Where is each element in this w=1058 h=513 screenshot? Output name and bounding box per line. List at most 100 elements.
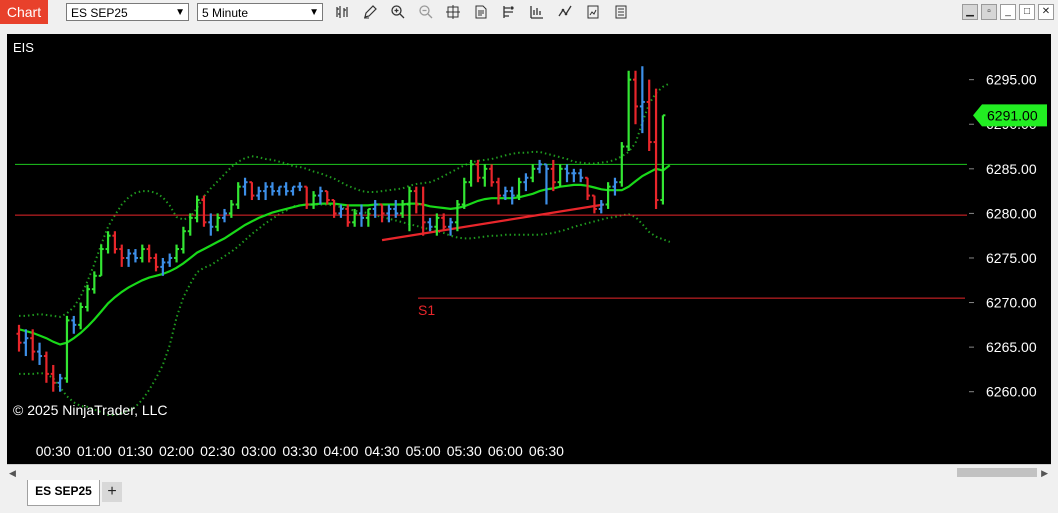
ohlc-bar xyxy=(653,88,659,209)
ohlc-bar xyxy=(413,186,419,214)
ohlc-bar xyxy=(276,185,282,196)
price-tick-label: 6265.00 xyxy=(986,339,1037,355)
maximize-icon[interactable]: □ xyxy=(1019,4,1035,20)
restore-icon[interactable]: ▫ xyxy=(981,4,997,20)
ohlc-bar xyxy=(564,164,570,183)
minimize-window-button[interactable]: _ xyxy=(1000,4,1016,20)
interval-selector-value: 5 Minute xyxy=(202,6,249,20)
time-tick-label: 04:00 xyxy=(323,443,358,459)
ohlc-bar xyxy=(242,177,248,196)
last-price-label: 6291.00 xyxy=(987,107,1038,123)
ohlc-bar xyxy=(139,244,145,263)
instrument-selector[interactable]: ES SEP25 ▼ xyxy=(66,3,189,21)
ohlc-bar xyxy=(146,244,152,263)
ohlc-bar xyxy=(365,207,371,227)
tab-bar: ES SEP25 + xyxy=(0,480,1058,513)
interval-selector[interactable]: 5 Minute ▼ xyxy=(197,3,323,21)
ohlc-bar xyxy=(167,253,173,267)
ohlc-bar xyxy=(43,351,49,383)
time-tick-label: 01:30 xyxy=(118,443,153,459)
ohlc-bar xyxy=(598,200,604,214)
ohlc-bar xyxy=(194,195,200,223)
ohlc-bar xyxy=(215,213,221,232)
ohlc-bar xyxy=(496,177,501,205)
scroll-right-icon[interactable]: ▶ xyxy=(1041,468,1048,479)
zoom-in-icon[interactable] xyxy=(389,3,407,21)
ohlc-bar xyxy=(119,244,125,267)
ohlc-bar xyxy=(283,182,289,196)
ohlc-bar xyxy=(256,186,262,201)
chart-panel[interactable]: 6260.00 6265.00 6270.00 6275.00 6280.00 6285.… xyxy=(7,34,1051,480)
chart-toolbar: Chart ES SEP25 ▼ 5 Minute ▼ ▁ ▫ _ □ ✕ xyxy=(0,0,1058,24)
moving-average xyxy=(18,164,671,346)
ohlc-bar xyxy=(406,186,412,232)
ohlc-bar xyxy=(263,182,269,201)
time-axis: 00:30 01:00 01:30 02:00 02:30 03:00 03:30 04:00… xyxy=(36,443,564,459)
ohlc-bar xyxy=(37,342,43,365)
chart-window-label: Chart xyxy=(0,0,48,24)
tab-es-sep25[interactable]: ES SEP25 xyxy=(27,480,100,506)
ohlc-bar xyxy=(112,231,118,254)
ohlc-bar xyxy=(639,66,645,134)
minimize-icon[interactable]: ▁ xyxy=(962,4,978,20)
ohlc-bar xyxy=(646,79,652,151)
chart-trader-icon[interactable] xyxy=(584,3,602,21)
zoom-out-icon[interactable] xyxy=(417,3,435,21)
close-icon[interactable]: ✕ xyxy=(1038,4,1054,20)
ohlc-bar xyxy=(448,217,454,236)
ohlc-bar xyxy=(85,284,90,312)
ohlc-bar xyxy=(427,217,433,232)
ohlc-bar xyxy=(489,164,495,187)
ohlc-bar xyxy=(475,159,481,183)
price-chart[interactable]: 6260.00 6265.00 6270.00 6275.00 6280.00 6285.… xyxy=(7,34,1051,464)
upper-band-line xyxy=(19,82,671,318)
ohlc-bar xyxy=(132,249,138,263)
moving-average-line xyxy=(18,164,671,346)
ohlc-bar xyxy=(523,173,529,192)
ohlc-bar xyxy=(57,373,63,392)
add-tab-icon[interactable]: + xyxy=(102,482,122,502)
ohlc-bar xyxy=(105,231,111,254)
ohlc-bar xyxy=(235,182,241,209)
ohlc-bar xyxy=(591,194,597,214)
ohlc-bar xyxy=(78,302,84,330)
ohlc-bar xyxy=(379,203,385,223)
ohlc-bar xyxy=(571,168,577,183)
crosshair-icon[interactable] xyxy=(444,3,462,21)
ohlc-bar xyxy=(557,164,563,187)
last-price-marker: 6291.00 xyxy=(973,104,1047,127)
scroll-left-icon[interactable]: ◀ xyxy=(9,468,16,479)
ohlc-bar xyxy=(64,315,70,383)
ohlc-bar xyxy=(180,226,186,254)
strategies-icon[interactable] xyxy=(528,3,546,21)
copyright-text: © 2025 NinjaTrader, LLC xyxy=(13,402,168,418)
snapshot-icon[interactable] xyxy=(612,3,630,21)
time-tick-label: 04:30 xyxy=(365,443,400,459)
ohlc-bar xyxy=(126,249,132,267)
time-tick-label: 03:00 xyxy=(241,443,276,459)
ohlc-bar xyxy=(420,186,426,236)
ohlc-bar xyxy=(605,182,611,209)
time-tick-label: 00:30 xyxy=(36,443,71,459)
ohlc-bar xyxy=(153,253,159,272)
chart-scrollbar[interactable]: ◀ ▶ xyxy=(7,464,1051,480)
ohlc-bar xyxy=(626,70,632,151)
ohlc-bar xyxy=(509,186,515,205)
bar-type-icon[interactable] xyxy=(333,3,351,21)
time-tick-label: 06:00 xyxy=(488,443,523,459)
instrument-label: EIS xyxy=(13,40,34,55)
ohlc-bar xyxy=(187,213,193,236)
ohlc-bar xyxy=(297,182,303,192)
price-tick-label: 6260.00 xyxy=(986,384,1037,400)
ohlc-bar xyxy=(482,164,488,187)
ohlc-bar xyxy=(537,159,543,174)
pencil-icon[interactable] xyxy=(361,3,379,21)
data-box-icon[interactable] xyxy=(472,3,490,21)
scrollbar-thumb[interactable] xyxy=(957,468,1037,477)
ohlc-bar xyxy=(50,364,56,392)
properties-icon[interactable] xyxy=(500,3,518,21)
chevron-down-icon: ▼ xyxy=(309,7,319,18)
ohlc-bar xyxy=(543,163,549,205)
indicators-icon[interactable] xyxy=(556,3,574,21)
ohlc-bar xyxy=(23,329,29,357)
